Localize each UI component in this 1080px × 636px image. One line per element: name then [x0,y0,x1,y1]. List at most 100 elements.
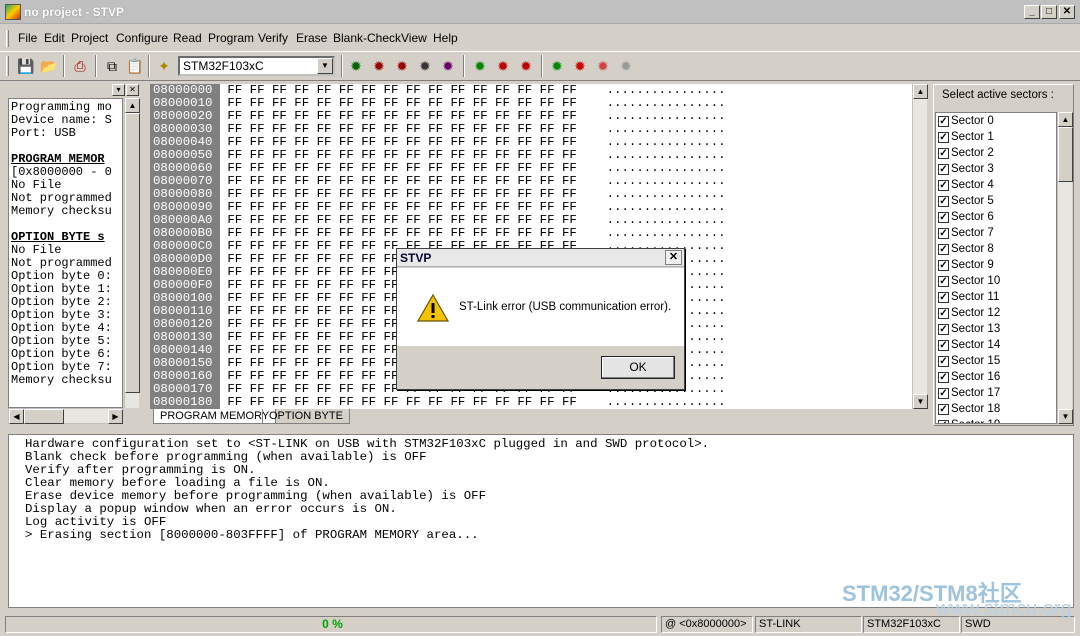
menu-verify[interactable]: Verify [258,31,288,45]
sector-checkbox[interactable]: ✓ [938,227,949,239]
sector-checkbox[interactable]: ✓ [938,195,949,207]
sector-item[interactable]: ✓ Sector 12 [936,305,1056,321]
menu-read[interactable]: Read [173,31,202,45]
chevron-down-icon[interactable]: ▼ [317,58,333,74]
scroll-down-icon[interactable]: ▼ [1058,409,1073,424]
menu-edit[interactable]: Edit [44,31,65,45]
save-icon[interactable]: 💾 [17,57,35,75]
memory-ascii: ................ [606,96,726,110]
sector-item[interactable]: ✓ Sector 17 [936,385,1056,401]
scroll-down-icon[interactable]: ▼ [913,394,928,409]
info-vertical-scrollbar[interactable]: ▲ [124,98,140,408]
read-all-icon[interactable]: ✹ [370,57,388,75]
sector-item[interactable]: ✓ Sector 8 [936,241,1056,257]
scroll-left-icon[interactable]: ◀ [9,409,24,424]
menu-file[interactable]: File [18,31,37,45]
watermark-url: www.stmcu.org [936,598,1072,620]
scroll-thumb[interactable] [24,409,64,424]
maximize-button[interactable]: □ [1041,5,1057,19]
sector-checkbox[interactable]: ✓ [938,291,949,303]
sector-checkbox[interactable]: ✓ [938,307,949,319]
menu-project[interactable]: Project [71,31,108,45]
read-extra-icon[interactable]: ✹ [439,57,457,75]
program-all-icon[interactable]: ✹ [494,57,512,75]
panel-close-icon[interactable]: ✕ [126,84,139,96]
menu-blank-check[interactable]: Blank-Check [333,31,401,45]
app-icon [5,4,21,20]
sector-checkbox[interactable]: ✓ [938,243,949,255]
program-current-tab-icon[interactable]: ✹ [471,57,489,75]
open-icon[interactable]: 📂 [40,57,58,75]
sector-checkbox[interactable]: ✓ [938,339,949,351]
sector-item[interactable]: ✓ Sector 2 [936,145,1056,161]
minimize-button[interactable]: _ [1024,5,1040,19]
scroll-up-icon[interactable]: ▲ [913,84,928,99]
copy-icon[interactable]: ⧉ [103,57,121,75]
sector-checkbox[interactable]: ✓ [938,387,949,399]
sector-checkbox[interactable]: ✓ [938,403,949,415]
menu-configure[interactable]: Configure [116,31,168,45]
scroll-thumb[interactable] [125,113,140,393]
sector-item[interactable]: ✓ Sector 4 [936,177,1056,193]
sector-checkbox[interactable]: ✓ [938,275,949,287]
verify-option-icon[interactable]: ✹ [594,57,612,75]
sector-checkbox[interactable]: ✓ [938,131,949,143]
scroll-up-icon[interactable]: ▲ [1058,112,1073,127]
sector-label: Sector 6 [951,211,994,223]
sector-item[interactable]: ✓ Sector 5 [936,193,1056,209]
menu-view[interactable]: View [401,31,427,45]
sector-checkbox[interactable]: ✓ [938,355,949,367]
print-preview-icon[interactable]: ⎙ [71,57,89,75]
sector-item[interactable]: ✓ Sector 15 [936,353,1056,369]
sector-checkbox[interactable]: ✓ [938,211,949,223]
program-option-icon[interactable]: ✹ [517,57,535,75]
sector-item[interactable]: ✓ Sector 1 [936,129,1056,145]
sector-item[interactable]: ✓Sector 19 [936,417,1056,423]
sector-checkbox[interactable]: ✓ [938,259,949,271]
tab-program-memory[interactable]: PROGRAM MEMORY [153,409,277,424]
sector-item[interactable]: ✓ Sector 10 [936,273,1056,289]
sector-checkbox[interactable]: ✓ [938,419,949,423]
sector-checkbox[interactable]: ✓ [938,371,949,383]
memory-vertical-scrollbar[interactable]: ▲ ▼ [912,84,928,409]
sector-item[interactable]: ✓ Sector 6 [936,209,1056,225]
sector-checkbox[interactable]: ✓ [938,179,949,191]
paste-icon[interactable]: 📋 [126,57,144,75]
sector-label: Sector 0 [951,115,994,127]
menu-erase[interactable]: Erase [296,31,327,45]
device-select[interactable]: STM32F103xC ▼ [178,56,335,76]
sector-item[interactable]: ✓ Sector 14 [936,337,1056,353]
sector-item[interactable]: ✓ Sector 9 [936,257,1056,273]
menu-help[interactable]: Help [433,31,458,45]
panel-dropdown-icon[interactable]: ▾ [112,84,125,96]
sector-checkbox[interactable]: ✓ [938,323,949,335]
scroll-thumb[interactable] [1058,127,1073,182]
device-icon: ✦ [158,58,170,74]
close-button[interactable]: ✕ [1059,5,1075,19]
memory-bytes: FF FF FF FF FF FF FF FF FF FF FF FF FF F… [227,109,577,123]
sector-item[interactable]: ✓ Sector 13 [936,321,1056,337]
sector-item[interactable]: ✓ Sector 7 [936,225,1056,241]
sector-item[interactable]: ✓ Sector 0 [936,113,1056,129]
sector-item[interactable]: ✓ Sector 11 [936,289,1056,305]
scroll-right-icon[interactable]: ▶ [108,409,123,424]
sector-checkbox[interactable]: ✓ [938,147,949,159]
info-horizontal-scrollbar[interactable]: ◀ ▶ [8,408,123,424]
ok-button[interactable]: OK [601,356,675,379]
read-data-icon[interactable]: ✹ [416,57,434,75]
menu-program[interactable]: Program [208,31,254,45]
read-current-tab-icon[interactable]: ✹ [347,57,365,75]
tab-option-byte[interactable]: OPTION BYTE [262,409,350,424]
sector-item[interactable]: ✓ Sector 3 [936,161,1056,177]
sectors-scrollbar[interactable]: ▲ ▼ [1057,112,1073,424]
verify-current-tab-icon[interactable]: ✹ [548,57,566,75]
verify-all-icon[interactable]: ✹ [571,57,589,75]
scroll-up-icon[interactable]: ▲ [125,98,140,113]
sector-checkbox[interactable]: ✓ [938,115,949,127]
read-option-icon[interactable]: ✹ [393,57,411,75]
sector-item[interactable]: ✓ Sector 18 [936,401,1056,417]
sector-checkbox[interactable]: ✓ [938,163,949,175]
memory-address: 08000180 [153,395,213,409]
dialog-close-button[interactable]: ✕ [665,250,682,265]
sector-item[interactable]: ✓ Sector 16 [936,369,1056,385]
